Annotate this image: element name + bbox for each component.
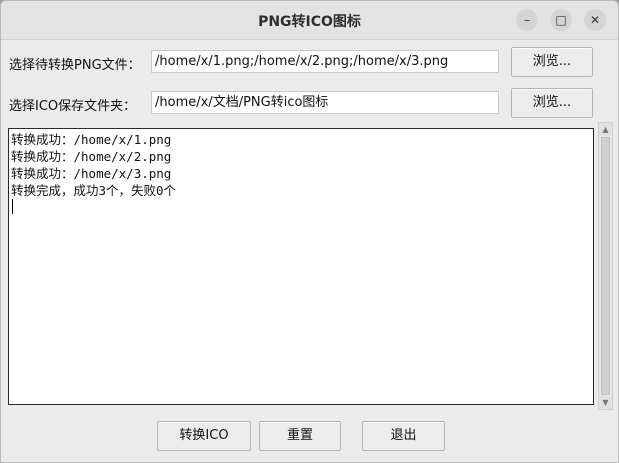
scroll-thumb[interactable]: [601, 137, 610, 395]
minimize-icon[interactable]: –: [516, 9, 538, 31]
log-scrollbar[interactable]: ▲ ▼: [598, 122, 613, 410]
ico-folder-input[interactable]: /home/x/文档/PNG转ico图标: [151, 91, 499, 114]
watermark-text: CSDN @weixin_43965754: [479, 445, 619, 458]
title-bar[interactable]: PNG转ICO图标 – □ ✕: [1, 1, 618, 40]
ico-folder-label: 选择ICO保存文件夹：: [9, 99, 137, 114]
log-line: 转换成功：/home/x/3.png: [11, 166, 172, 181]
log-line: 转换成功：/home/x/2.png: [11, 149, 172, 164]
png-files-input[interactable]: /home/x/1.png;/home/x/2.png;/home/x/3.pn…: [151, 50, 499, 73]
log-line: 转换完成，成功3个，失败0个: [11, 183, 177, 198]
maximize-icon[interactable]: □: [550, 9, 572, 31]
app-window: PNG转ICO图标 – □ ✕ 选择待转换PNG文件： /home/x/1.pn…: [0, 0, 619, 463]
text-caret: [11, 199, 591, 218]
scroll-up-icon[interactable]: ▲: [599, 123, 612, 136]
convert-ico-button[interactable]: 转换ICO: [157, 421, 251, 451]
png-files-label: 选择待转换PNG文件：: [9, 58, 141, 73]
log-textarea[interactable]: 转换成功：/home/x/1.png 转换成功：/home/x/2.png 转换…: [8, 128, 594, 405]
close-icon[interactable]: ✕: [584, 9, 606, 31]
scroll-down-icon[interactable]: ▼: [599, 396, 612, 409]
browse-ico-button[interactable]: 浏览...: [511, 88, 593, 118]
log-line: 转换成功：/home/x/1.png: [11, 132, 172, 147]
reset-button[interactable]: 重置: [259, 421, 341, 451]
browse-png-button[interactable]: 浏览...: [511, 47, 593, 77]
exit-button[interactable]: 退出: [362, 421, 445, 451]
